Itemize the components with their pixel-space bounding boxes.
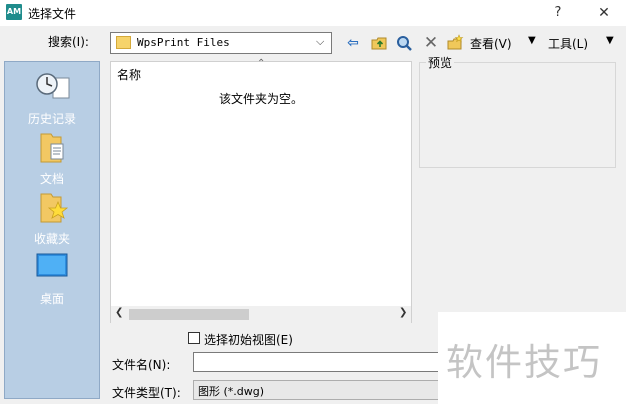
location-value: WpsPrint Files [137,36,230,49]
places-sidebar: 历史记录 文档 收藏夹 桌面 [4,61,100,399]
initial-view-checkbox[interactable] [188,332,200,344]
close-button[interactable]: ✕ [594,3,614,23]
history-icon [36,73,70,99]
preview-label: 预览 [426,54,455,71]
help-button[interactable]: ? [548,3,568,23]
scroll-left-icon[interactable]: ❮ [115,307,123,318]
delete-icon[interactable]: ✕ [422,34,440,52]
place-desktop[interactable]: 桌面 [5,248,99,306]
filetype-value: 图形 (*.dwg) [198,385,265,398]
filetype-dropdown[interactable]: 图形 (*.dwg) [193,380,453,400]
preview-box [419,62,616,168]
filetype-label: 文件类型(T): [112,386,181,400]
view-dropdown-arrow-icon[interactable]: ▼ [528,35,536,46]
documents-icon [40,133,64,163]
file-list[interactable]: 名称 ⌃ 该文件夹为空。 ❮ ❯ [110,58,412,323]
place-history-label: 历史记录 [27,112,76,126]
sort-ascending-icon: ⌃ [257,58,266,69]
chevron-down-icon[interactable]: ⌵ [316,35,324,49]
place-favorites-label: 收藏夹 [33,232,70,246]
place-desktop-label: 桌面 [39,292,64,306]
tools-dropdown-arrow-icon[interactable]: ▼ [606,35,614,46]
place-favorites[interactable]: 收藏夹 [5,188,99,246]
location-dropdown[interactable]: WpsPrint Files ⌵ [110,32,332,54]
scroll-right-icon[interactable]: ❯ [399,307,407,318]
up-folder-icon[interactable] [370,34,388,52]
place-documents-label: 文档 [39,172,64,186]
search-web-icon[interactable] [395,34,413,52]
column-header-name[interactable]: 名称 [117,66,141,83]
app-logo-icon: AM [6,4,22,20]
search-in-label: 搜索(I): [48,35,89,49]
place-history[interactable]: 历史记录 [5,68,99,126]
back-arrow-icon[interactable]: ⇦ [344,34,362,52]
desktop-icon [36,253,68,277]
scrollbar-thumb[interactable] [129,309,249,320]
title-bar [0,0,626,26]
view-menu[interactable]: 查看(V) [470,35,512,52]
watermark-text: 软件技巧 [446,341,602,384]
folder-icon [116,36,131,49]
initial-view-label[interactable]: 选择初始视图(E) [204,331,293,348]
favorites-icon [40,193,69,223]
filename-input[interactable] [193,352,453,372]
place-documents[interactable]: 文档 [5,128,99,186]
new-folder-icon[interactable] [446,34,464,52]
filename-label: 文件名(N): [112,358,171,372]
window-title: 选择文件 [28,7,77,21]
horizontal-scrollbar[interactable]: ❮ ❯ [111,306,411,323]
empty-folder-message: 该文件夹为空。 [218,92,303,106]
tools-menu[interactable]: 工具(L) [548,35,588,52]
